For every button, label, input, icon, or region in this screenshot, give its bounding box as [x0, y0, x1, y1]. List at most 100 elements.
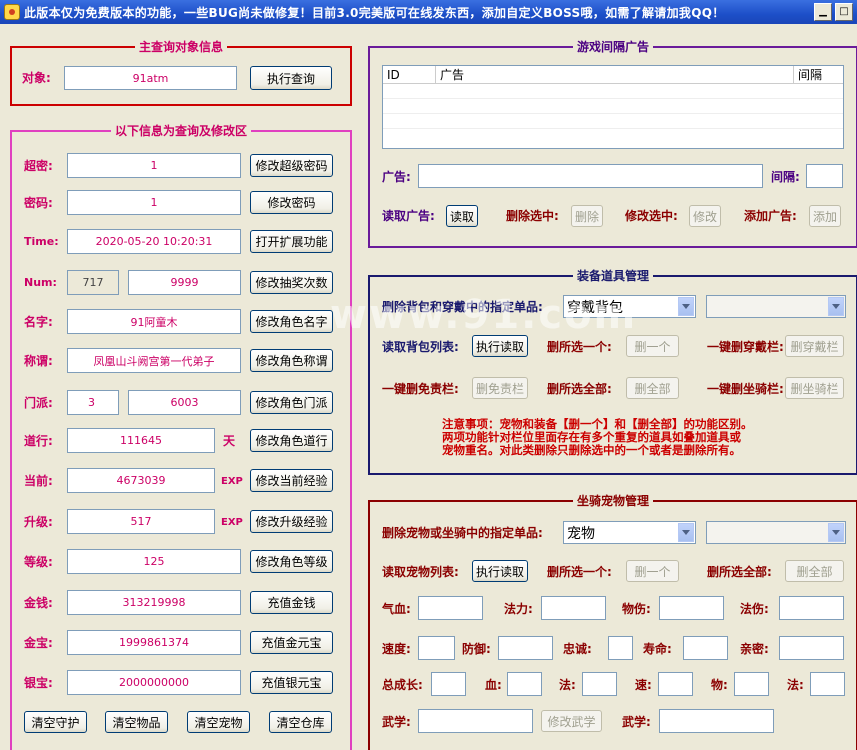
speed-input[interactable] [418, 636, 455, 660]
growth-phy-input[interactable] [734, 672, 769, 696]
clear-storage-button[interactable]: 清空仓库 [269, 711, 332, 733]
money-input[interactable]: 313219998 [67, 590, 241, 615]
target-input[interactable]: 91atm [64, 66, 237, 90]
skill-input[interactable] [418, 709, 533, 733]
loyalty-input[interactable] [608, 636, 633, 660]
interval-label: 间隔: [771, 170, 800, 184]
ads-col-id[interactable]: ID [383, 66, 436, 83]
interval-input[interactable] [806, 164, 843, 188]
open-extension-button[interactable]: 打开扩展功能 [250, 230, 333, 253]
growth-spd-input[interactable] [658, 672, 693, 696]
intimacy-input[interactable] [779, 636, 844, 660]
equip-item-select[interactable] [706, 295, 846, 318]
modify-sect-button[interactable]: 修改角色门派 [250, 391, 333, 414]
modify-draw-count-button[interactable]: 修改抽奖次数 [250, 271, 333, 294]
modify-ad-button[interactable]: 修改 [689, 205, 721, 227]
read-pet-button[interactable]: 执行读取 [472, 560, 528, 582]
phy-dmg-label: 物伤: [622, 602, 651, 616]
delete-ad-button[interactable]: 删除 [571, 205, 603, 227]
growth-mag2-input[interactable] [810, 672, 845, 696]
name-label: 名字: [24, 315, 53, 329]
title-input[interactable]: 凤凰山斗阙宫第一代弟子 [67, 348, 241, 373]
ads-col-ad[interactable]: 广告 [436, 66, 794, 83]
chevron-down-icon[interactable] [678, 297, 694, 316]
cur-exp-unit: EXP [221, 476, 243, 487]
num-label: Num: [24, 276, 57, 289]
modify-super-pwd-button[interactable]: 修改超级密码 [250, 154, 333, 177]
chevron-down-icon[interactable] [828, 297, 844, 316]
modify-cur-exp-button[interactable]: 修改当前经验 [250, 469, 333, 492]
pet-item-select[interactable] [706, 521, 846, 544]
dao-input[interactable]: 111645 [67, 428, 215, 453]
equip-del-all-button[interactable]: 删全部 [626, 377, 679, 399]
up-exp-input[interactable]: 517 [67, 509, 215, 534]
execute-query-button[interactable]: 执行查询 [250, 66, 332, 90]
pwd-input[interactable]: 1 [67, 190, 241, 215]
money-label: 金钱: [24, 596, 53, 610]
target-label: 对象: [22, 71, 51, 85]
cur-exp-input[interactable]: 4673039 [67, 468, 215, 493]
ads-list[interactable]: ID 广告 间隔 [382, 65, 844, 149]
read-ads-button[interactable]: 读取 [446, 205, 478, 227]
defense-input[interactable] [498, 636, 553, 660]
modify-skill-button[interactable]: 修改武学 [541, 710, 602, 732]
modify-pwd-button[interactable]: 修改密码 [250, 191, 333, 214]
recharge-money-button[interactable]: 充值金钱 [250, 591, 333, 614]
mag-dmg-input[interactable] [779, 596, 844, 620]
del-free-button[interactable]: 删免责栏 [472, 377, 528, 399]
del-mount-label: 一键删坐骑栏: [707, 382, 784, 396]
gold-input[interactable]: 1999861374 [67, 630, 241, 655]
growth-hp-input[interactable] [507, 672, 542, 696]
pet-type-select[interactable]: 宠物 [563, 521, 696, 544]
equip-location-select[interactable]: 穿戴背包 [563, 295, 696, 318]
clear-guard-button[interactable]: 清空守护 [24, 711, 87, 733]
growth-spd-label: 速: [635, 678, 652, 692]
num-input-new[interactable]: 9999 [128, 270, 241, 295]
level-input[interactable]: 125 [67, 549, 241, 574]
level-label: 等级: [24, 555, 53, 569]
ad-input[interactable] [418, 164, 763, 188]
del-worn-button[interactable]: 删穿戴栏 [785, 335, 844, 357]
time-input[interactable]: 2020-05-20 10:20:31 [67, 229, 241, 254]
pet-del-one-button[interactable]: 删一个 [626, 560, 679, 582]
name-input[interactable]: 91阿童木 [67, 309, 241, 334]
ads-group-title: 游戏间隔广告 [370, 39, 856, 55]
maximize-button[interactable]: □ [835, 3, 853, 21]
growth-label: 总成长: [382, 678, 423, 692]
add-ad-button[interactable]: 添加 [809, 205, 841, 227]
clear-items-button[interactable]: 清空物品 [105, 711, 168, 733]
modify-title-button[interactable]: 修改角色称谓 [250, 349, 333, 372]
super-pwd-input[interactable]: 1 [67, 153, 241, 178]
chevron-down-icon[interactable] [678, 523, 694, 542]
delete-selected-label: 删除选中: [506, 209, 559, 223]
equip-del-all-label: 删所选全部: [547, 382, 612, 396]
sect-input-code[interactable]: 6003 [128, 390, 241, 415]
window-title: 此版本仅为免费版本的功能，一些BUG尚未做修复！目前3.0完美版可在线发东西，添… [24, 5, 725, 20]
equip-del-one-button[interactable]: 删一个 [626, 335, 679, 357]
chevron-down-icon[interactable] [828, 523, 844, 542]
phy-dmg-input[interactable] [659, 596, 724, 620]
del-mount-button[interactable]: 删坐骑栏 [785, 377, 844, 399]
mana-input[interactable] [541, 596, 606, 620]
modify-name-button[interactable]: 修改角色名字 [250, 310, 333, 333]
modify-level-button[interactable]: 修改角色等级 [250, 550, 333, 573]
modify-dao-button[interactable]: 修改角色道行 [250, 429, 333, 452]
recharge-gold-button[interactable]: 充值金元宝 [250, 631, 333, 654]
growth-input[interactable] [431, 672, 466, 696]
modify-up-exp-button[interactable]: 修改升级经验 [250, 510, 333, 533]
growth-mag-input[interactable] [582, 672, 617, 696]
sect-input-id[interactable]: 3 [67, 390, 119, 415]
silver-input[interactable]: 2000000000 [67, 670, 241, 695]
pet-del-all-label: 删所选全部: [707, 565, 772, 579]
skill2-label: 武学: [622, 715, 651, 729]
growth-phy-label: 物: [711, 678, 728, 692]
recharge-silver-button[interactable]: 充值银元宝 [250, 671, 333, 694]
ads-col-interval[interactable]: 间隔 [794, 66, 843, 83]
pet-del-all-button[interactable]: 删全部 [785, 560, 844, 582]
clear-pets-button[interactable]: 清空宠物 [187, 711, 250, 733]
hp-input[interactable] [418, 596, 483, 620]
read-bag-button[interactable]: 执行读取 [472, 335, 528, 357]
minimize-button[interactable]: ▁ [814, 3, 832, 21]
life-input[interactable] [683, 636, 728, 660]
skill2-input[interactable] [659, 709, 774, 733]
